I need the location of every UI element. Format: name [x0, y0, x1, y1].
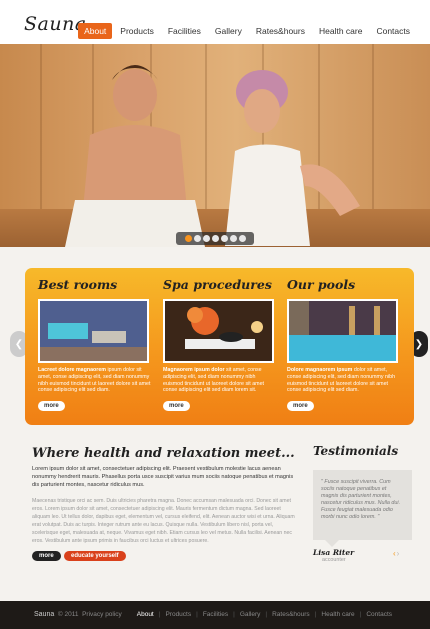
main-nav: About Products Facilities Gallery Rates&… [76, 23, 416, 39]
main-heading: Where health and relaxation meet... [32, 446, 295, 461]
man-photo [65, 65, 205, 247]
hero-slider [0, 44, 430, 247]
feature-description: Lacreet dolore magnaorem ipsum dolor sit… [38, 367, 151, 394]
educate-yourself-button[interactable]: educate yourself [64, 551, 126, 561]
testimonial-nav: ‹ › [393, 549, 399, 558]
features-panel: Best rooms Lacreet dolore magnaorem ipsu… [25, 268, 414, 425]
testimonials-heading: Testimonials [313, 444, 399, 458]
footer-brand: Sauna [34, 611, 55, 618]
more-button[interactable]: more [32, 551, 61, 561]
footer-nav-rates-hours[interactable]: Rates&hours [272, 611, 310, 618]
testimonial-quote: " Fusce suscipit viverra. Cum sociis nat… [313, 470, 412, 547]
footer-nav-facilities[interactable]: Facilities [203, 611, 228, 618]
nav-item-products[interactable]: Products [114, 23, 160, 39]
slider-dot-3[interactable] [202, 235, 210, 242]
footer-year: © 2011 [57, 611, 79, 618]
footer-nav-contacts[interactable]: Contacts [366, 611, 392, 618]
room-illustration [40, 301, 147, 361]
pool-illustration [289, 301, 396, 361]
header: Sauna About Products Facilities Gallery … [0, 0, 430, 44]
room-photo [38, 299, 149, 363]
feature-title: Best rooms [38, 277, 118, 292]
feature-title: Spa procedures [163, 277, 272, 292]
footer-nav: About | Products | Facilities | Gallery | Ra… [136, 611, 392, 618]
privacy-policy-link[interactable]: Privacy policy [82, 611, 122, 618]
chevron-right-icon[interactable]: › [397, 549, 400, 558]
footer-nav-products[interactable]: Products [165, 611, 191, 618]
nav-item-rates-hours[interactable]: Rates&hours [250, 23, 311, 39]
woman-photo [225, 70, 360, 246]
footer-nav-about[interactable]: About [137, 611, 154, 618]
slider-dot-1[interactable] [184, 235, 192, 242]
feature-description: Dolore magnaorem ipsum dolor sit amet, c… [287, 367, 396, 394]
chevron-left-icon[interactable]: ‹ [393, 549, 396, 558]
footer-copyright: Sauna © 2011 Privacy policy [34, 611, 122, 618]
feature-title: Our pools [287, 277, 356, 292]
feature-more-button[interactable]: more [38, 401, 65, 411]
feature-more-button[interactable]: more [287, 401, 314, 411]
main-lead-text: Lorem ipsum dolor sit amet, consectetuer… [32, 466, 294, 488]
footer-nav-gallery[interactable]: Gallery [240, 611, 261, 618]
slider-dot-7[interactable] [238, 235, 246, 242]
feature-more-button[interactable]: more [163, 401, 190, 411]
footer-nav-health-care[interactable]: Health care [321, 611, 354, 618]
footer: Sauna © 2011 Privacy policy About | Produ… [0, 601, 430, 629]
slider-dot-2[interactable] [193, 235, 201, 242]
slider-dot-4[interactable] [211, 235, 219, 242]
nav-item-gallery[interactable]: Gallery [209, 23, 248, 39]
nav-item-health-care[interactable]: Health care [313, 23, 368, 39]
nav-item-about[interactable]: About [78, 23, 113, 39]
testimonial-author: Lisa Riter [313, 548, 355, 557]
page: Sauna About Products Facilities Gallery … [0, 0, 430, 629]
slider-dot-6[interactable] [229, 235, 237, 242]
slider-pagination [176, 232, 254, 245]
testimonial-role: accounter [322, 557, 346, 563]
slider-dot-5[interactable] [220, 235, 228, 242]
main-body-text: Maecenas tristique orci ac sem. Duis ult… [32, 498, 295, 544]
nav-item-contacts[interactable]: Contacts [370, 23, 416, 39]
spa-photo [163, 299, 274, 363]
pool-photo [287, 299, 398, 363]
spa-illustration [165, 301, 272, 361]
nav-item-facilities[interactable]: Facilities [162, 23, 207, 39]
feature-description: Magnaorem ipsum dolor sit amet, conse ad… [163, 367, 264, 394]
